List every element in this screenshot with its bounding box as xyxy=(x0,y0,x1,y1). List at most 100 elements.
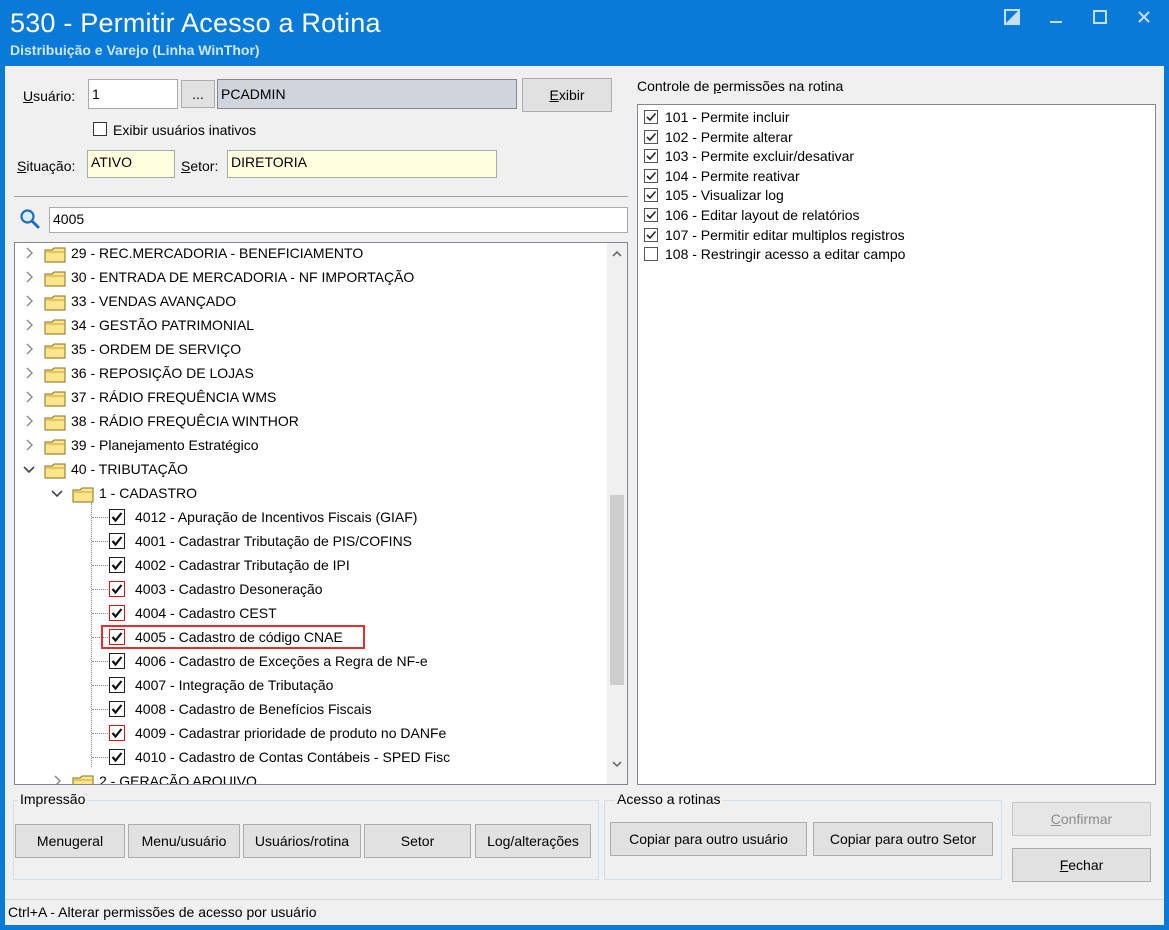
usuarios-rotina-button[interactable]: Usuários/rotina xyxy=(243,824,361,858)
permission-item[interactable]: 107 - Permitir editar multiplos registro… xyxy=(644,225,1144,245)
tree-folder-row[interactable]: 1 - CADASTRO xyxy=(15,481,605,505)
tree-folder-label: 34 - GESTÃO PATRIMONIAL xyxy=(71,317,255,333)
routine-checkbox[interactable] xyxy=(109,749,125,765)
permission-item[interactable]: 102 - Permite alterar xyxy=(644,127,1144,147)
permission-checkbox[interactable] xyxy=(644,208,658,222)
permission-checkbox[interactable] xyxy=(644,129,658,144)
tree-scrollbar[interactable] xyxy=(607,243,627,784)
permission-label: 106 - Editar layout de relatórios xyxy=(665,207,860,223)
tree-item-row[interactable]: 4002 - Cadastrar Tributação de IPI xyxy=(15,553,605,577)
chevron-right-icon[interactable] xyxy=(23,313,35,337)
folder-icon xyxy=(44,342,66,359)
permission-checkbox[interactable] xyxy=(644,110,658,124)
routine-checkbox[interactable] xyxy=(109,653,125,669)
tree-item-row[interactable]: 4003 - Cadastro Desoneração xyxy=(15,577,605,601)
permission-checkbox[interactable] xyxy=(644,188,658,203)
routine-checkbox[interactable] xyxy=(109,533,125,549)
browse-user-button[interactable]: ... xyxy=(181,80,215,108)
tree-folder-row[interactable]: 33 - VENDAS AVANÇADO xyxy=(15,289,605,313)
tree-folder-row[interactable]: 38 - RÁDIO FREQUÊCIA WINTHOR xyxy=(15,409,605,433)
tree-item-label: 4007 - Integração de Tributação xyxy=(135,677,334,693)
tree-folder-label: 35 - ORDEM DE SERVIÇO xyxy=(71,341,242,357)
scroll-thumb[interactable] xyxy=(610,495,624,685)
confirmar-button[interactable]: Confirmar xyxy=(1012,802,1151,836)
minimize-icon[interactable] xyxy=(1045,6,1067,28)
tree-item-label: 4001 - Cadastrar Tributação de PIS/COFIN… xyxy=(135,533,413,549)
chevron-down-icon[interactable] xyxy=(23,457,35,481)
scroll-up-icon[interactable] xyxy=(607,243,627,263)
tree-item-row[interactable]: 4001 - Cadastrar Tributação de PIS/COFIN… xyxy=(15,529,605,553)
tree-item-row[interactable]: 4006 - Cadastro de Exceções a Regra de N… xyxy=(15,649,605,673)
chevron-right-icon[interactable] xyxy=(51,769,63,784)
search-input[interactable]: 4005 xyxy=(49,207,628,233)
permission-item[interactable]: 106 - Editar layout de relatórios xyxy=(644,205,1144,225)
chevron-right-icon[interactable] xyxy=(23,385,35,409)
copy-to-user-button[interactable]: Copiar para outro usuário xyxy=(610,822,807,856)
menu-geral-button[interactable]: Menu g eral xyxy=(15,824,125,858)
permissions-list[interactable]: 101 - Permite incluir 102 - Permite alter… xyxy=(637,104,1156,785)
chevron-right-icon[interactable] xyxy=(23,243,35,265)
tree-item-row[interactable]: 4008 - Cadastro de Benefícios Fiscais xyxy=(15,697,605,721)
routine-checkbox[interactable] xyxy=(109,605,125,621)
chevron-down-icon[interactable] xyxy=(51,481,63,505)
permission-checkbox[interactable] xyxy=(644,227,658,242)
chevron-right-icon[interactable] xyxy=(23,361,35,385)
permission-item[interactable]: 105 - Visualizar log xyxy=(644,185,1144,205)
menu-usuario-button[interactable]: Menu/usuário xyxy=(128,824,240,858)
tree-folder-row[interactable]: 35 - ORDEM DE SERVIÇO xyxy=(15,337,605,361)
restore-icon[interactable] xyxy=(1001,6,1023,28)
folder-icon xyxy=(44,390,66,407)
tree-item-row[interactable]: 4004 - Cadastro CEST xyxy=(15,601,605,625)
copy-to-sector-button[interactable]: Copiar para outro Setor xyxy=(813,822,993,856)
tree-item-row[interactable]: 4012 - Apuração de Incentivos Fiscais (G… xyxy=(15,505,605,529)
usuario-code-input[interactable]: 1 xyxy=(88,79,178,109)
permission-checkbox[interactable] xyxy=(644,247,658,262)
close-icon[interactable] xyxy=(1133,6,1155,28)
permission-item[interactable]: 104 - Permite reativar xyxy=(644,166,1144,186)
inactive-users-label: Exibir usuários inativos xyxy=(113,122,257,138)
tree-folder-row[interactable]: 39 - Planejamento Estratégico xyxy=(15,433,605,457)
tree-item-row[interactable]: 4007 - Integração de Tributação xyxy=(15,673,605,697)
tree-folder-row[interactable]: 2 - GERAÇÃO ARQUIVO xyxy=(15,769,605,784)
routine-checkbox[interactable] xyxy=(109,701,125,717)
permission-checkbox[interactable] xyxy=(644,168,658,183)
setor-button[interactable]: Setor xyxy=(364,824,471,858)
chevron-right-icon[interactable] xyxy=(23,409,35,433)
scroll-down-icon[interactable] xyxy=(607,754,627,774)
routine-checkbox[interactable] xyxy=(109,725,125,741)
chevron-right-icon[interactable] xyxy=(23,337,35,361)
chevron-right-icon[interactable] xyxy=(23,433,35,457)
search-icon xyxy=(19,208,41,230)
tree-folder-row[interactable]: 34 - GESTÃO PATRIMONIAL xyxy=(15,313,605,337)
permission-item[interactable]: 108 - Restringir acesso a editar campo xyxy=(644,244,1144,264)
permission-item[interactable]: 101 - Permite incluir xyxy=(644,107,1144,127)
chevron-right-icon[interactable] xyxy=(23,265,35,289)
routine-tree[interactable]: 29 - REC.MERCADORIA - BENEFICIAMENTO 30 -… xyxy=(14,242,628,785)
tree-item-row[interactable]: 4009 - Cadastrar prioridade de produto n… xyxy=(15,721,605,745)
permission-label: 103 - Permite excluir/desativar xyxy=(665,148,855,165)
tree-folder-row[interactable]: 40 - TRIBUTAÇÃO xyxy=(15,457,605,481)
tree-folder-row[interactable]: 30 - ENTRADA DE MERCADORIA - NF IMPORTAÇ… xyxy=(15,265,605,289)
tree-folder-row[interactable]: 37 - RÁDIO FREQUÊNCIA WMS xyxy=(15,385,605,409)
routine-checkbox[interactable] xyxy=(109,677,125,693)
window-subtitle: Distribuição e Varejo (Linha WinThor) xyxy=(10,42,260,58)
permission-checkbox[interactable] xyxy=(644,149,658,164)
fechar-button[interactable]: Fechar xyxy=(1012,848,1151,882)
tree-item-label: 4008 - Cadastro de Benefícios Fiscais xyxy=(135,701,372,717)
log-alteracoes-button[interactable]: Log/alterações xyxy=(475,824,591,858)
title-bar[interactable]: 530 - Permitir Acesso a Rotina Distribui… xyxy=(0,0,1169,66)
tree-folder-row[interactable]: 29 - REC.MERCADORIA - BENEFICIAMENTO xyxy=(15,243,605,265)
routine-checkbox[interactable] xyxy=(109,509,125,525)
permission-label: 101 - Permite incluir xyxy=(665,109,790,125)
status-text: Ctrl+A - Alterar permissões de acesso po… xyxy=(8,904,317,920)
chevron-right-icon[interactable] xyxy=(23,289,35,313)
tree-folder-row[interactable]: 36 - REPOSIÇÃO DE LOJAS xyxy=(15,361,605,385)
tree-item-row[interactable]: 4010 - Cadastro de Contas Contábeis - SP… xyxy=(15,745,605,769)
routine-checkbox[interactable] xyxy=(109,557,125,573)
routine-checkbox[interactable] xyxy=(109,581,125,597)
maximize-icon[interactable] xyxy=(1089,6,1111,28)
inactive-users-checkbox[interactable] xyxy=(93,122,107,136)
tree-item-row[interactable]: 4005 - Cadastro de código CNAE xyxy=(15,625,605,649)
exibir-button[interactable]: Exibir xyxy=(522,78,612,112)
permission-item[interactable]: 103 - Permite excluir/desativar xyxy=(644,146,1144,166)
